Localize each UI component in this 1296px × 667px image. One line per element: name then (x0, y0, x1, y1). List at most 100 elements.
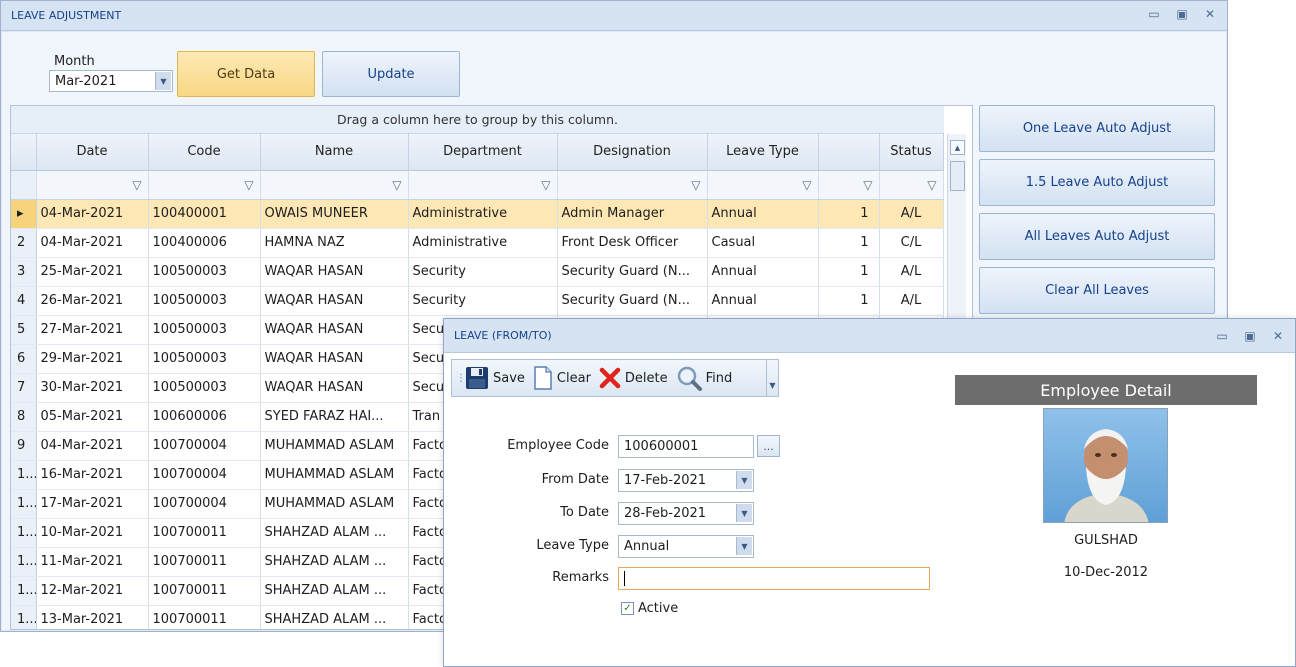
cell-date[interactable]: 11-Mar-2021 (36, 547, 149, 577)
row-indicator[interactable]: 4 (11, 286, 37, 316)
row-indicator[interactable]: 1... (11, 518, 37, 548)
cell-designation[interactable]: Admin Manager (557, 199, 708, 229)
cell-designation[interactable]: Security Guard (N... (557, 257, 708, 287)
update-button[interactable]: Update (322, 51, 460, 97)
cell-name[interactable]: SYED FARAZ HAI... (260, 402, 409, 432)
from-date-field[interactable]: 17-Feb-2021 ▼ (618, 469, 754, 492)
cell-date[interactable]: 04-Mar-2021 (36, 228, 149, 258)
cell-code[interactable]: 100400006 (148, 228, 261, 258)
one-point-five-leave-auto-adjust-button[interactable]: 1.5 Leave Auto Adjust (979, 159, 1215, 206)
find-button[interactable]: Find (676, 365, 732, 391)
cell-code[interactable]: 100700011 (148, 518, 261, 548)
cell-date[interactable]: 13-Mar-2021 (36, 605, 149, 629)
cell-department[interactable]: Security (408, 257, 558, 287)
cell-name[interactable]: MUHAMMAD ASLAM (260, 460, 409, 490)
cell-date[interactable]: 10-Mar-2021 (36, 518, 149, 548)
close-icon[interactable]: ✕ (1271, 329, 1285, 343)
cell-date[interactable]: 25-Mar-2021 (36, 257, 149, 287)
cell-code[interactable]: 100600006 (148, 402, 261, 432)
cell-leave-type[interactable]: Casual (707, 228, 819, 258)
save-button[interactable]: Save (465, 366, 525, 390)
row-indicator[interactable]: 5 (11, 315, 37, 345)
cell-department[interactable]: Administrative (408, 228, 558, 258)
close-icon[interactable]: ✕ (1203, 7, 1217, 21)
cell-status[interactable]: C/L (879, 228, 944, 258)
cell-code[interactable]: 100500003 (148, 286, 261, 316)
get-data-button[interactable]: Get Data (177, 51, 315, 97)
cell-name[interactable]: SHAHZAD ALAM ... (260, 518, 409, 548)
cell-code[interactable]: 100700011 (148, 576, 261, 606)
cell-name[interactable]: HAMNA NAZ (260, 228, 409, 258)
cell-designation[interactable]: Front Desk Officer (557, 228, 708, 258)
row-indicator[interactable]: 3 (11, 257, 37, 287)
column-header-status[interactable]: Status (879, 134, 944, 171)
cell-code[interactable]: 100500003 (148, 315, 261, 345)
cell-code[interactable]: 100700011 (148, 605, 261, 629)
minimize-icon[interactable]: ▭ (1215, 329, 1229, 343)
chevron-down-icon[interactable]: ▼ (736, 537, 752, 555)
cell-days[interactable]: 1 (818, 228, 880, 258)
cell-date[interactable]: 04-Mar-2021 (36, 431, 149, 461)
cell-name[interactable]: WAQAR HASAN (260, 344, 409, 374)
scroll-up-icon[interactable]: ▲ (950, 140, 965, 155)
clear-button[interactable]: Clear (533, 366, 591, 390)
column-header-leave-type[interactable]: Leave Type (707, 134, 819, 171)
maximize-icon[interactable]: ▣ (1243, 329, 1257, 343)
column-header-designation[interactable]: Designation (557, 134, 708, 171)
column-header-name[interactable]: Name (260, 134, 409, 171)
row-indicator[interactable]: 9 (11, 431, 37, 461)
cell-name[interactable]: WAQAR HASAN (260, 373, 409, 403)
filter-icon[interactable]: ▽ (557, 170, 708, 200)
table-row[interactable]: 3 25-Mar-2021 100500003 WAQAR HASAN Security… (11, 257, 944, 287)
filter-icon[interactable]: ▽ (707, 170, 819, 200)
cell-code[interactable]: 100700004 (148, 460, 261, 490)
cell-name[interactable]: WAQAR HASAN (260, 315, 409, 345)
cell-date[interactable]: 27-Mar-2021 (36, 315, 149, 345)
cell-date[interactable]: 12-Mar-2021 (36, 576, 149, 606)
minimize-icon[interactable]: ▭ (1147, 7, 1161, 21)
row-indicator[interactable]: 7 (11, 373, 37, 403)
cell-code[interactable]: 100500003 (148, 373, 261, 403)
cell-name[interactable]: WAQAR HASAN (260, 257, 409, 287)
cell-code[interactable]: 100700004 (148, 489, 261, 519)
cell-name[interactable]: WAQAR HASAN (260, 286, 409, 316)
filter-icon[interactable]: ▽ (818, 170, 880, 200)
filter-icon[interactable]: ▽ (36, 170, 149, 200)
cell-leave-type[interactable]: Annual (707, 257, 819, 287)
row-indicator[interactable]: 8 (11, 402, 37, 432)
row-indicator[interactable]: 2 (11, 228, 37, 258)
cell-status[interactable]: A/L (879, 199, 944, 229)
table-row[interactable]: 2 04-Mar-2021 100400006 HAMNA NAZ Administra… (11, 228, 944, 258)
filter-icon[interactable]: ▽ (879, 170, 944, 200)
cell-days[interactable]: 1 (818, 257, 880, 287)
filter-icon[interactable]: ▽ (408, 170, 558, 200)
to-date-field[interactable]: 28-Feb-2021 ▼ (618, 502, 754, 525)
toolbar-grip-icon[interactable]: ⋮ (456, 373, 466, 384)
all-leaves-auto-adjust-button[interactable]: All Leaves Auto Adjust (979, 213, 1215, 260)
cell-department[interactable]: Administrative (408, 199, 558, 229)
one-leave-auto-adjust-button[interactable]: One Leave Auto Adjust (979, 105, 1215, 152)
cell-code[interactable]: 100500003 (148, 344, 261, 374)
cell-name[interactable]: SHAHZAD ALAM ... (260, 547, 409, 577)
row-focus-indicator-icon[interactable]: ▸ (11, 199, 37, 229)
cell-department[interactable]: Security (408, 286, 558, 316)
column-header-days[interactable] (818, 134, 880, 171)
cell-name[interactable]: OWAIS MUNEER (260, 199, 409, 229)
column-header-code[interactable]: Code (148, 134, 261, 171)
cell-code[interactable]: 100700011 (148, 547, 261, 577)
cell-code[interactable]: 100500003 (148, 257, 261, 287)
employee-code-field[interactable]: 100600001 (618, 435, 754, 458)
table-row[interactable]: ▸ 04-Mar-2021 100400001 OWAIS MUNEER Adminis… (11, 199, 944, 229)
cell-name[interactable]: MUHAMMAD ASLAM (260, 489, 409, 519)
cell-leave-type[interactable]: Annual (707, 199, 819, 229)
row-indicator[interactable]: 1... (11, 489, 37, 519)
column-header-date[interactable]: Date (36, 134, 149, 171)
table-row[interactable]: 4 26-Mar-2021 100500003 WAQAR HASAN Security… (11, 286, 944, 316)
cell-date[interactable]: 04-Mar-2021 (36, 199, 149, 229)
filter-icon[interactable]: ▽ (148, 170, 261, 200)
chevron-down-icon[interactable]: ▼ (736, 471, 752, 489)
maximize-icon[interactable]: ▣ (1175, 7, 1189, 21)
cell-status[interactable]: A/L (879, 257, 944, 287)
cell-date[interactable]: 17-Mar-2021 (36, 489, 149, 519)
cell-date[interactable]: 29-Mar-2021 (36, 344, 149, 374)
